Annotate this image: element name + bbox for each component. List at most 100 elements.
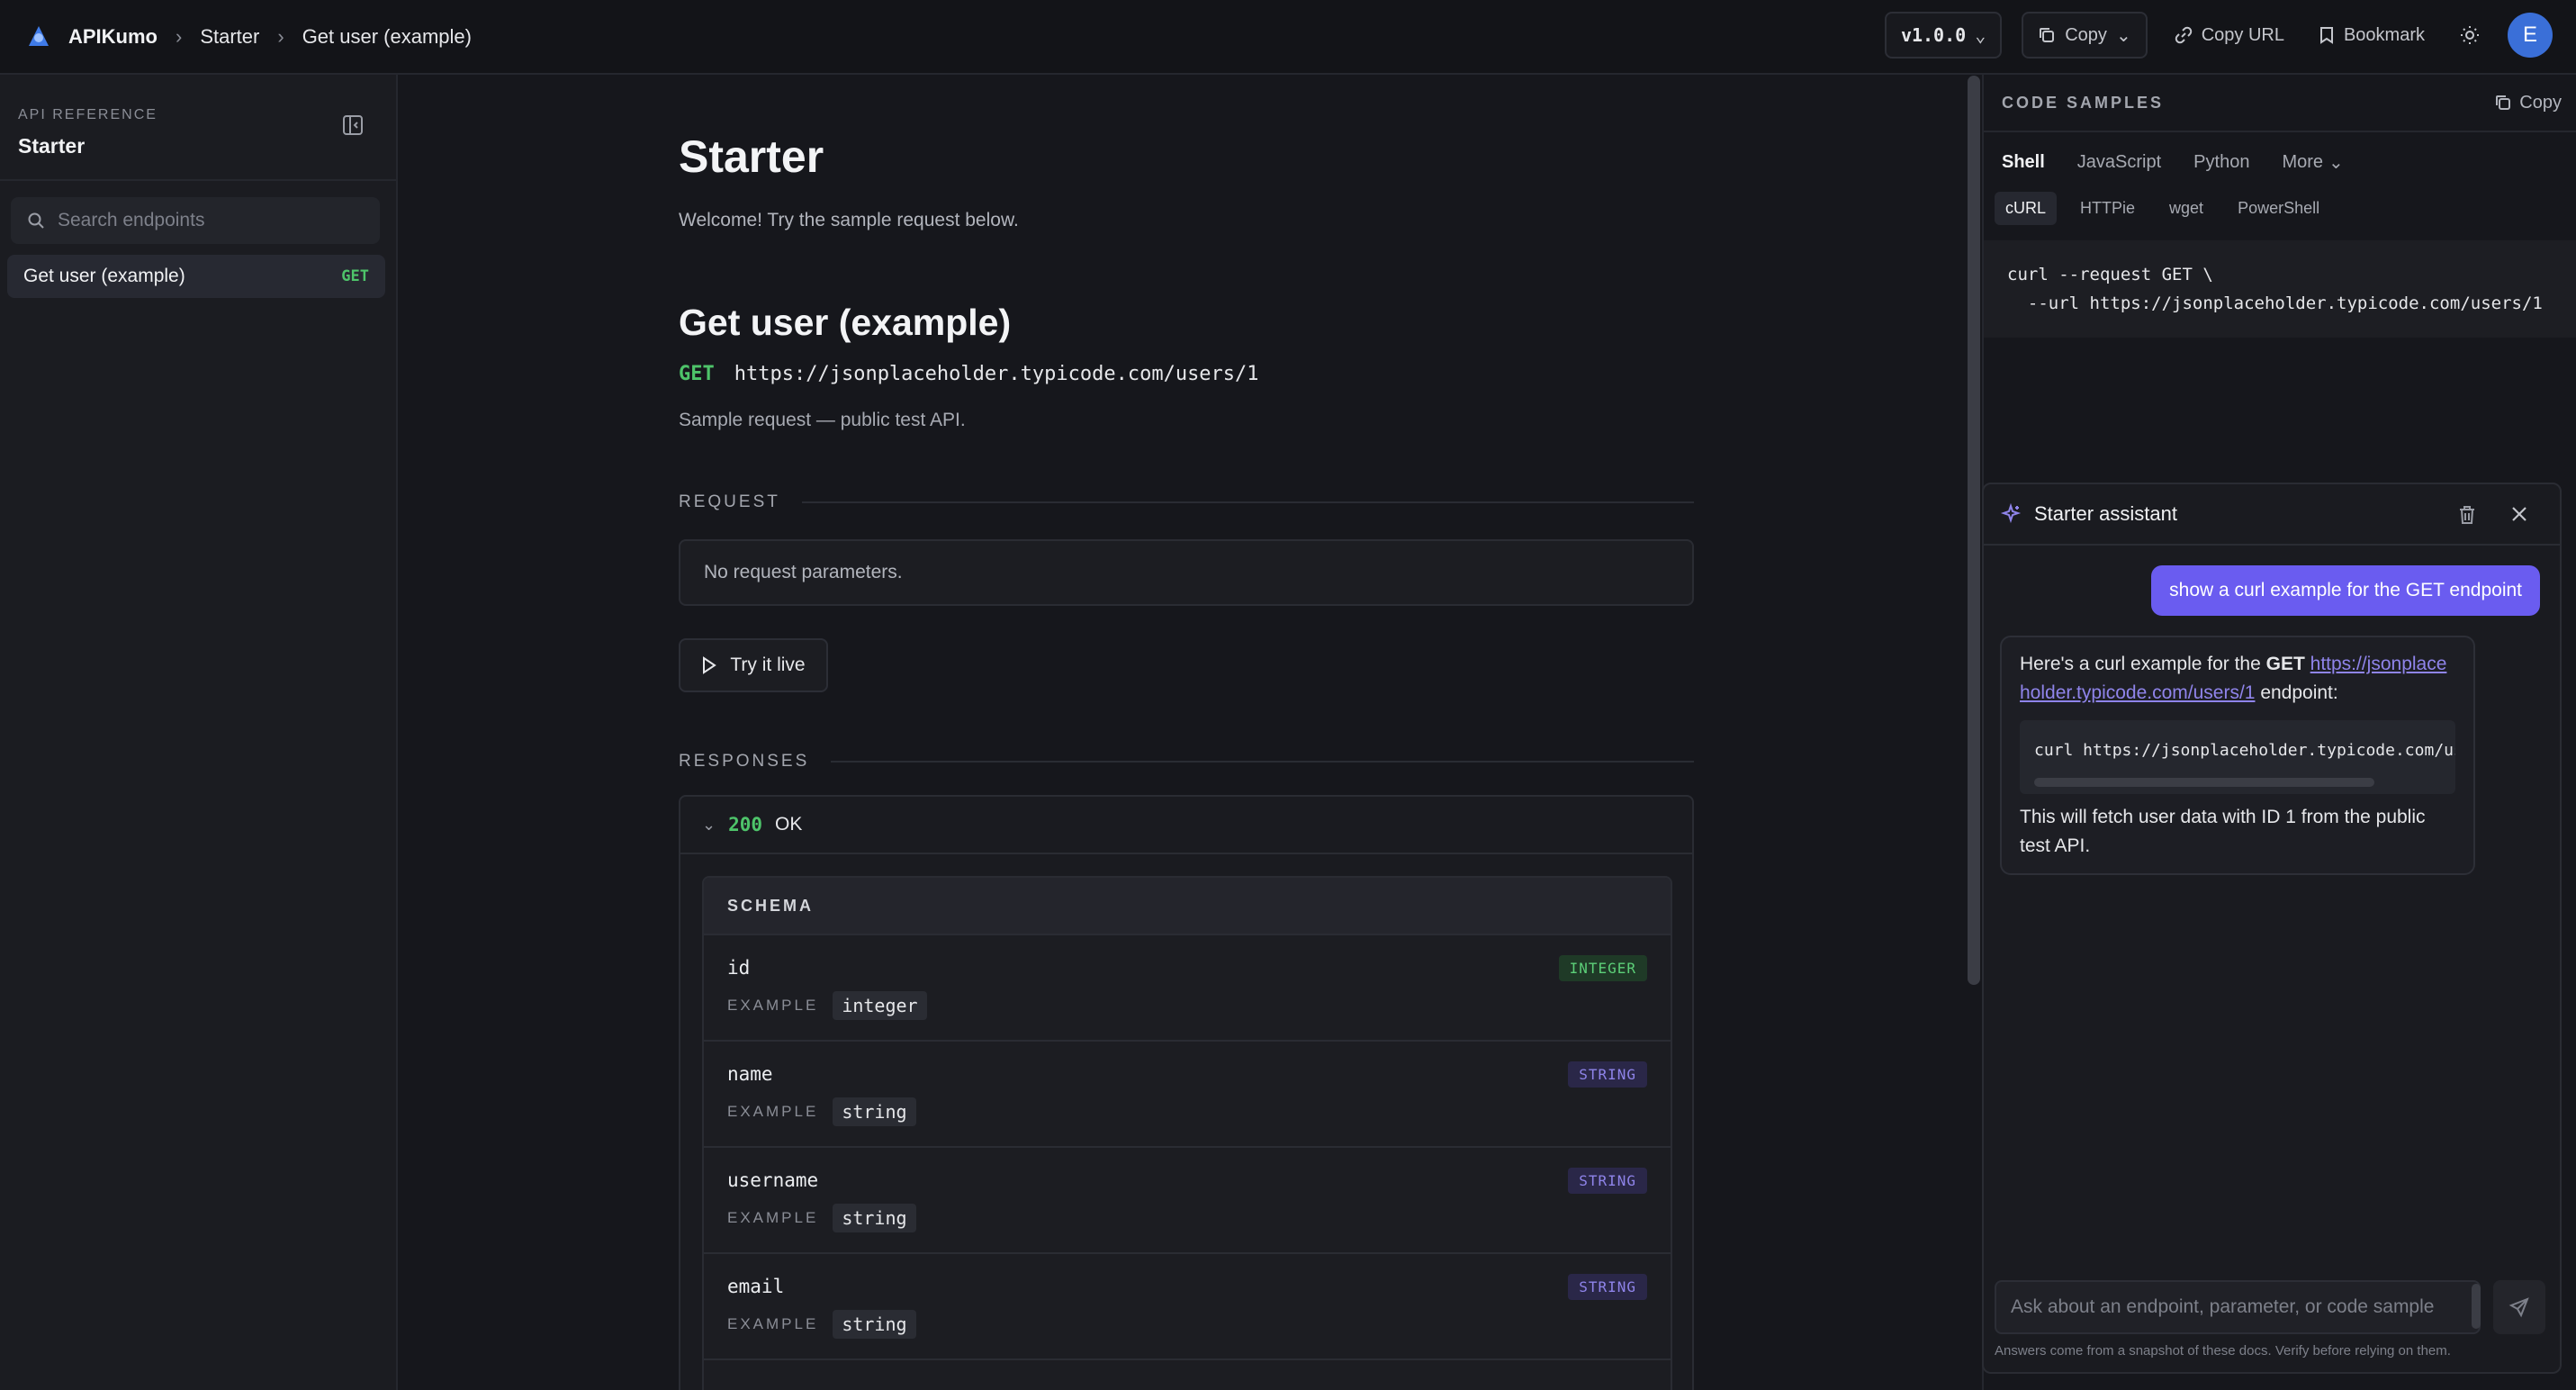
example-value: integer bbox=[833, 991, 927, 1020]
divider bbox=[801, 501, 1694, 503]
apikumo-logo-icon[interactable] bbox=[25, 23, 52, 50]
send-button[interactable] bbox=[2493, 1280, 2545, 1334]
copy-label: Copy bbox=[2065, 24, 2107, 45]
sidebar-item-get-user[interactable]: Get user (example) GET bbox=[7, 255, 385, 298]
schema-field: username STRING EXAMPLE string bbox=[704, 1148, 1671, 1254]
tab-httpie[interactable]: HTTPie bbox=[2069, 192, 2146, 225]
copy-label: Copy bbox=[2519, 92, 2562, 113]
assistant-disclaimer: Answers come from a snapshot of these do… bbox=[1995, 1343, 2451, 1358]
main-content: Starter Welcome! Try the sample request … bbox=[400, 75, 1966, 1390]
example-label: EXAMPLE bbox=[727, 1315, 819, 1332]
bookmark-icon bbox=[2319, 27, 2333, 44]
request-label: REQUEST bbox=[679, 492, 780, 511]
chevron-right-icon: › bbox=[277, 24, 284, 48]
no-params-box: No request parameters. bbox=[679, 539, 1694, 606]
assistant-message: Here's a curl example for the GET https:… bbox=[2000, 636, 2475, 875]
responses-label: RESPONSES bbox=[679, 752, 810, 771]
assistant-input-box[interactable] bbox=[1995, 1280, 2481, 1334]
schema-header: SCHEMA bbox=[704, 878, 1671, 935]
status-text: OK bbox=[775, 814, 803, 835]
main-scrollbar[interactable] bbox=[1968, 76, 1980, 985]
bookmark-button[interactable]: Bookmark bbox=[2311, 12, 2432, 59]
assistant-code-block[interactable]: curl https://jsonplaceholder.typicode.co… bbox=[2020, 720, 2455, 794]
field-name: name bbox=[727, 1063, 773, 1085]
example-value: string bbox=[833, 1204, 916, 1232]
status-code: 200 bbox=[728, 814, 763, 835]
tab-javascript[interactable]: JavaScript bbox=[2077, 152, 2161, 173]
example-label: EXAMPLE bbox=[727, 1209, 819, 1226]
chevron-down-icon: ⌄ bbox=[702, 815, 716, 834]
brand-name[interactable]: APIKumo bbox=[68, 25, 158, 49]
copy-menu-button[interactable]: Copy ⌄ bbox=[2022, 12, 2148, 59]
sparkle-icon bbox=[2000, 503, 2022, 524]
try-label: Try it live bbox=[730, 654, 806, 675]
collapse-sidebar-icon[interactable] bbox=[340, 113, 365, 138]
avatar[interactable]: E bbox=[2508, 13, 2553, 58]
divider bbox=[831, 761, 1694, 763]
tab-powershell[interactable]: PowerShell bbox=[2227, 192, 2330, 225]
send-icon bbox=[2508, 1297, 2529, 1318]
code-scrollbar[interactable] bbox=[2034, 778, 2374, 787]
search-box[interactable] bbox=[11, 197, 380, 244]
play-icon bbox=[703, 656, 717, 674]
client-tabs: cURL HTTPie wget PowerShell bbox=[1995, 192, 2330, 225]
chevron-down-icon: ⌄ bbox=[2328, 152, 2344, 173]
user-message: show a curl example for the GET endpoint bbox=[2151, 565, 2540, 616]
language-tabs: Shell JavaScript Python More ⌄ bbox=[2002, 141, 2344, 183]
copy-icon bbox=[2040, 28, 2055, 42]
breadcrumb-current: Get user (example) bbox=[302, 24, 472, 48]
schema-field: name STRING EXAMPLE string bbox=[704, 1042, 1671, 1148]
request-section-label: REQUEST bbox=[679, 492, 1694, 512]
version-select[interactable]: v1.0.0 ⌄ bbox=[1884, 12, 2003, 59]
example-value: string bbox=[833, 1097, 916, 1126]
sidebar-item-label: Get user (example) bbox=[23, 266, 185, 286]
input-scrollbar[interactable] bbox=[2472, 1284, 2481, 1329]
responses-section-label: RESPONSES bbox=[679, 752, 1694, 772]
tab-shell[interactable]: Shell bbox=[2002, 152, 2045, 173]
example-value: string bbox=[833, 1310, 916, 1339]
breadcrumb-starter[interactable]: Starter bbox=[200, 25, 259, 49]
code-samples-title: CODE SAMPLES bbox=[2002, 93, 2165, 112]
tab-more[interactable]: More ⌄ bbox=[2282, 151, 2343, 174]
copy-code-button[interactable]: Copy bbox=[2494, 93, 2562, 113]
type-badge: STRING bbox=[1568, 1274, 1647, 1300]
assistant-message-text: Here's a curl example for the GET https:… bbox=[2020, 650, 2455, 708]
chevron-down-icon: ⌄ bbox=[2115, 25, 2131, 46]
sidebar: API REFERENCE Starter Get user (example)… bbox=[0, 75, 398, 1390]
try-it-live-button[interactable]: Try it live bbox=[679, 638, 828, 692]
sun-icon bbox=[2461, 26, 2479, 44]
field-name: email bbox=[727, 1276, 785, 1297]
trash-icon[interactable] bbox=[2457, 504, 2477, 526]
tab-wget[interactable]: wget bbox=[2158, 192, 2214, 225]
schema-table: SCHEMA id INTEGER EXAMPLE integer name S… bbox=[702, 876, 1672, 1390]
sidebar-kicker: API REFERENCE bbox=[18, 107, 158, 122]
field-name: username bbox=[727, 1169, 819, 1191]
tab-python[interactable]: Python bbox=[2193, 152, 2249, 173]
version-label: v1.0.0 bbox=[1900, 24, 1967, 46]
endpoint-description: Sample request — public test API. bbox=[679, 410, 966, 430]
bot-method: GET bbox=[2265, 654, 2305, 674]
method-badge: GET bbox=[341, 267, 369, 285]
assistant-input[interactable] bbox=[2011, 1295, 2461, 1332]
type-badge: STRING bbox=[1568, 1061, 1647, 1088]
sidebar-title: Starter bbox=[18, 134, 86, 158]
code-text: curl --request GET \ --url https://jsonp… bbox=[2007, 265, 2543, 313]
search-input[interactable] bbox=[58, 210, 364, 231]
endpoint-title: Get user (example) bbox=[679, 302, 1012, 343]
response-header[interactable]: ⌄ 200 OK bbox=[680, 797, 1692, 854]
close-icon[interactable] bbox=[2509, 504, 2529, 524]
example-label: EXAMPLE bbox=[727, 1103, 819, 1120]
example-label: EXAMPLE bbox=[727, 997, 819, 1014]
theme-toggle-button[interactable] bbox=[2452, 12, 2488, 59]
assistant-panel: Starter assistant show a curl example fo… bbox=[1982, 483, 2562, 1374]
divider bbox=[0, 179, 396, 181]
copy-icon bbox=[2496, 95, 2511, 110]
copy-url-button[interactable]: Copy URL bbox=[2167, 12, 2292, 59]
endpoint-line: GET https://jsonplaceholder.typicode.com… bbox=[679, 363, 1259, 385]
endpoint-url: https://jsonplaceholder.typicode.com/use… bbox=[734, 363, 1259, 385]
code-block[interactable]: curl --request GET \ --url https://jsonp… bbox=[1984, 240, 2576, 338]
tab-curl[interactable]: cURL bbox=[1995, 192, 2058, 225]
page-title: Starter bbox=[679, 131, 824, 182]
type-badge: STRING bbox=[1568, 1168, 1647, 1194]
bookmark-label: Bookmark bbox=[2343, 24, 2425, 45]
